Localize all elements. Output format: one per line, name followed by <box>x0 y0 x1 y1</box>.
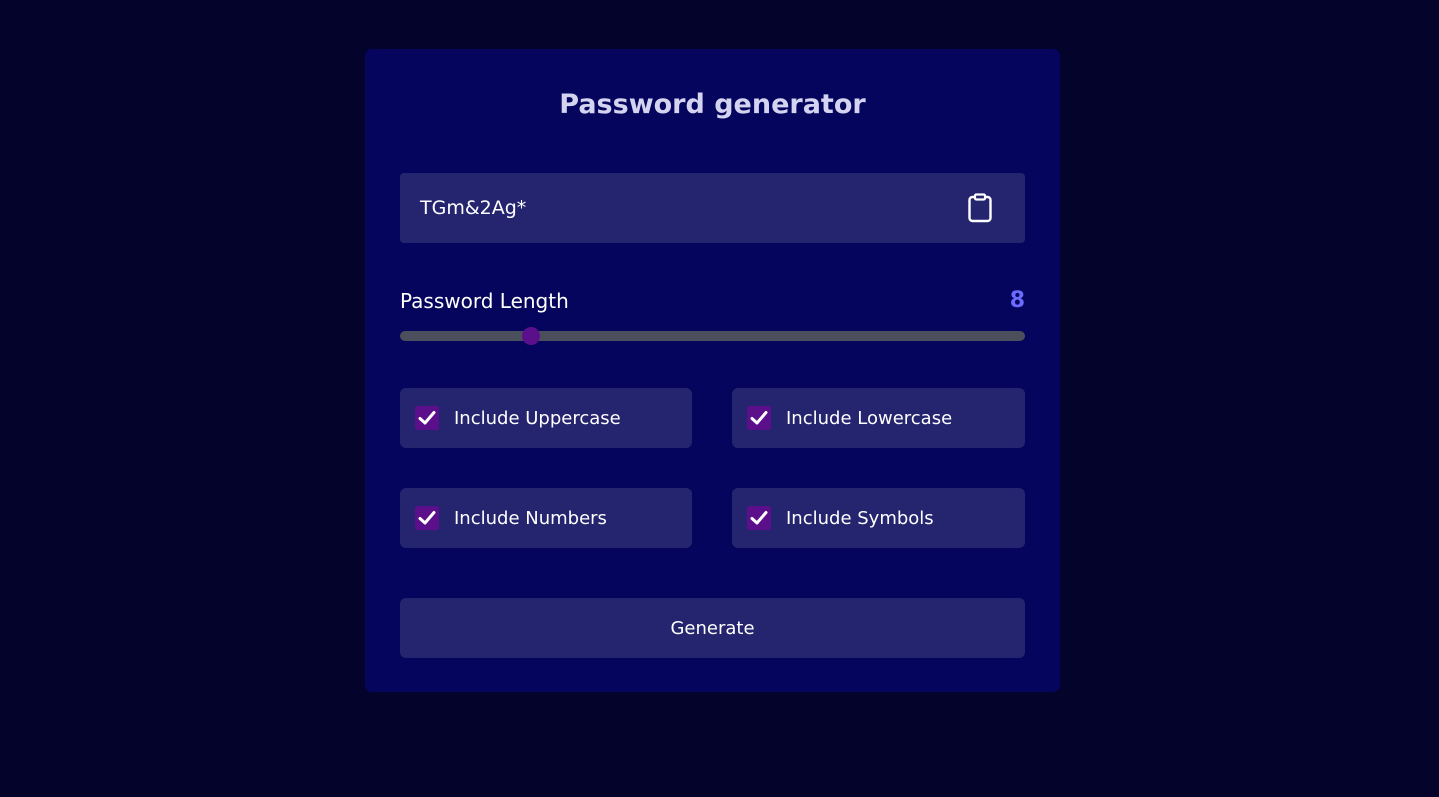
check-icon <box>418 411 436 425</box>
password-output-field[interactable]: TGm&2Ag* <box>400 173 1025 243</box>
length-value: 8 <box>1009 288 1025 313</box>
page-title: Password generator <box>559 89 866 120</box>
length-label: Password Length <box>400 289 569 313</box>
check-icon <box>418 511 436 525</box>
option-symbols[interactable]: Include Symbols <box>732 488 1025 548</box>
lowercase-checkbox[interactable] <box>747 406 771 430</box>
uppercase-label: Include Uppercase <box>454 408 621 429</box>
symbols-label: Include Symbols <box>786 508 934 529</box>
copy-button[interactable] <box>965 193 995 223</box>
symbols-checkbox[interactable] <box>747 506 771 530</box>
check-icon <box>750 411 768 425</box>
check-icon <box>750 511 768 525</box>
clipboard-icon <box>968 193 992 223</box>
option-lowercase[interactable]: Include Lowercase <box>732 388 1025 448</box>
option-uppercase[interactable]: Include Uppercase <box>400 388 692 448</box>
numbers-label: Include Numbers <box>454 508 607 529</box>
password-generator-card: Password generator TGm&2Ag* Password Len… <box>365 49 1060 692</box>
numbers-checkbox[interactable] <box>415 506 439 530</box>
length-slider[interactable] <box>400 327 1025 345</box>
generate-button[interactable]: Generate <box>400 598 1025 658</box>
option-numbers[interactable]: Include Numbers <box>400 488 692 548</box>
lowercase-label: Include Lowercase <box>786 408 953 429</box>
slider-thumb[interactable] <box>522 327 540 345</box>
password-text: TGm&2Ag* <box>420 197 527 219</box>
uppercase-checkbox[interactable] <box>415 406 439 430</box>
